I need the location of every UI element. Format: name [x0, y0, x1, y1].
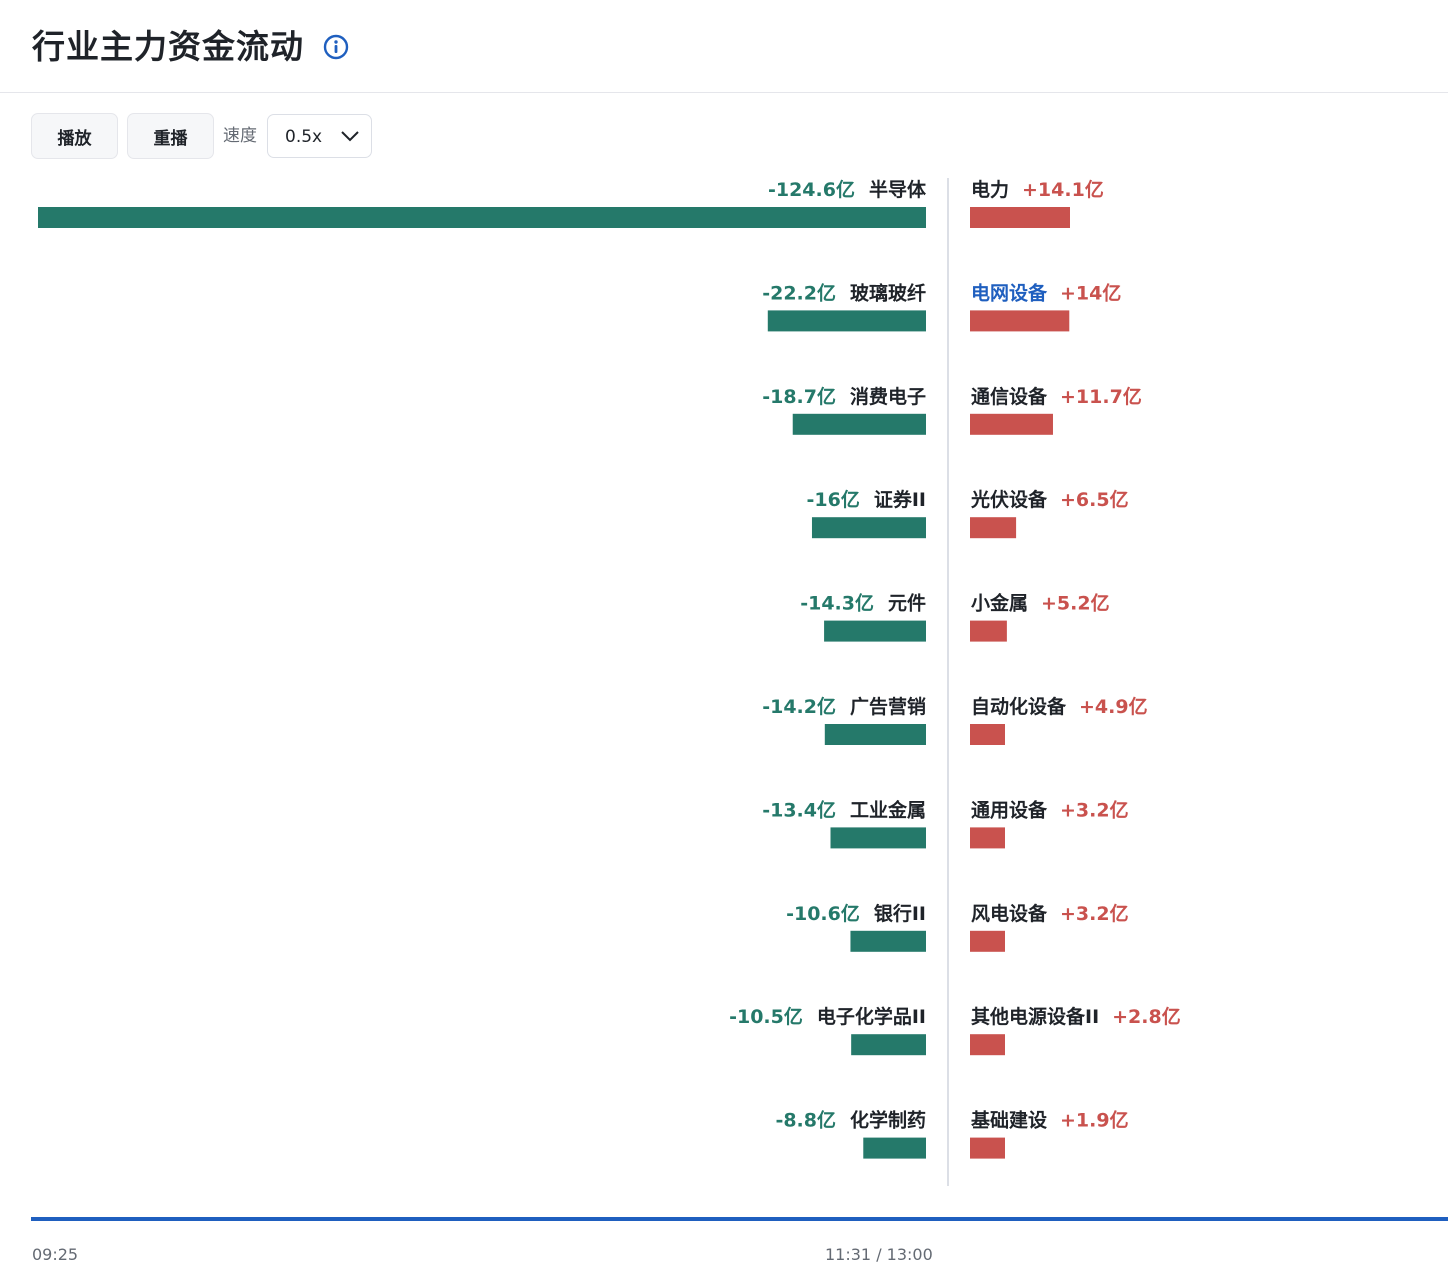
inflow-bar-6 — [970, 724, 1005, 745]
inflow-bar-9 — [970, 1034, 1005, 1056]
inflow-value-5: +5.2亿 — [1041, 592, 1110, 615]
outflow-name-8: 银行II — [874, 902, 926, 925]
outflow-value-4: -16亿 — [807, 488, 860, 511]
inflow-bar-4 — [970, 517, 1017, 539]
outflow-value-10: -8.8亿 — [775, 1109, 836, 1132]
outflow-bar-8 — [850, 930, 926, 952]
timeline-progress-bar[interactable] — [31, 1217, 1448, 1221]
chevron-down-icon — [341, 131, 359, 142]
inflow-bar-7 — [970, 827, 1005, 849]
outflow-name-2: 玻璃玻纤 — [850, 281, 926, 304]
outflow-name-9: 电子化学品II — [817, 1005, 926, 1028]
outflow-value-9: -10.5亿 — [729, 1005, 803, 1028]
inflow-name-8[interactable]: 风电设备 — [971, 902, 1048, 925]
outflow-value-5: -14.3亿 — [800, 592, 874, 615]
outflow-name-5: 元件 — [888, 592, 926, 615]
outflow-bar-4 — [811, 517, 926, 539]
inflow-name-9[interactable]: 其他电源设备II — [971, 1005, 1099, 1028]
inflow-bar-10 — [970, 1137, 1005, 1159]
outflow-value-3: -18.7亿 — [762, 385, 836, 408]
outflow-value-6: -14.2亿 — [762, 695, 836, 718]
outflow-name-4: 证券II — [874, 488, 926, 511]
speed-label: 速度 — [223, 126, 257, 146]
inflow-bar-2 — [970, 310, 1070, 332]
inflow-name-4[interactable]: 光伏设备 — [970, 488, 1048, 511]
outflow-bar-7 — [830, 827, 926, 849]
outflow-bar-2 — [767, 310, 926, 332]
inflow-bar-8 — [970, 930, 1005, 952]
inflow-value-8: +3.2亿 — [1060, 902, 1129, 925]
timeline-current-time: 11:31 / 13:00 — [825, 1245, 933, 1264]
outflow-bar-6 — [824, 724, 926, 745]
page-header: 行业主力资金流动 — [0, 0, 1448, 93]
inflow-value-6: +4.9亿 — [1079, 695, 1148, 718]
info-circle-icon[interactable] — [323, 34, 349, 60]
inflow-value-1: +14.1亿 — [1022, 178, 1104, 201]
inflow-name-2[interactable]: 电网设备 — [971, 281, 1048, 304]
speed-value: 0.5x — [285, 127, 323, 147]
outflow-value-2: -22.2亿 — [762, 281, 836, 304]
inflow-value-4: +6.5亿 — [1060, 488, 1129, 511]
inflow-name-10[interactable]: 基础建设 — [970, 1109, 1047, 1132]
timeline-start-time: 09:25 — [32, 1245, 79, 1264]
inflow-name-6[interactable]: 自动化设备 — [971, 695, 1067, 718]
inflow-value-9: +2.8亿 — [1112, 1005, 1181, 1028]
inflow-value-7: +3.2亿 — [1060, 798, 1129, 821]
page-title: 行业主力资金流动 — [32, 27, 304, 66]
inflow-value-3: +11.7亿 — [1060, 385, 1142, 408]
inflow-bar-5 — [970, 620, 1007, 642]
outflow-value-7: -13.4亿 — [762, 798, 836, 821]
outflow-name-3: 消费电子 — [850, 385, 926, 408]
outflow-name-10: 化学制药 — [850, 1109, 926, 1132]
outflow-bar-1 — [38, 207, 926, 228]
inflow-name-5[interactable]: 小金属 — [971, 592, 1028, 615]
inflow-name-3[interactable]: 通信设备 — [971, 385, 1048, 408]
outflow-bar-3 — [792, 413, 926, 435]
fund-flow-chart: 半导体 -124.6亿玻璃玻纤 -22.2亿消费电子 -18.7亿证券II -16亿元件… — [38, 178, 1181, 1186]
outflow-bar-9 — [851, 1034, 926, 1056]
replay-button[interactable]: 重播 — [127, 113, 214, 159]
play-button[interactable]: 播放 — [31, 113, 118, 159]
outflow-bar-10 — [863, 1137, 926, 1159]
inflow-value-2: +14亿 — [1060, 281, 1121, 304]
inflow-bar-3 — [970, 413, 1053, 435]
inflow-bar-1 — [970, 207, 1070, 228]
outflow-name-1: 半导体 — [869, 178, 927, 201]
outflow-value-1: -124.6亿 — [768, 178, 855, 201]
speed-select[interactable]: 0.5x — [267, 114, 372, 158]
outflow-value-8: -10.6亿 — [786, 902, 860, 925]
inflow-value-10: +1.9亿 — [1060, 1109, 1129, 1132]
outflow-bar-5 — [824, 620, 926, 642]
outflow-name-7: 工业金属 — [850, 798, 926, 821]
outflow-name-6: 广告营销 — [850, 695, 926, 718]
inflow-name-1[interactable]: 电力 — [971, 178, 1009, 201]
inflow-name-7[interactable]: 通用设备 — [971, 798, 1048, 821]
